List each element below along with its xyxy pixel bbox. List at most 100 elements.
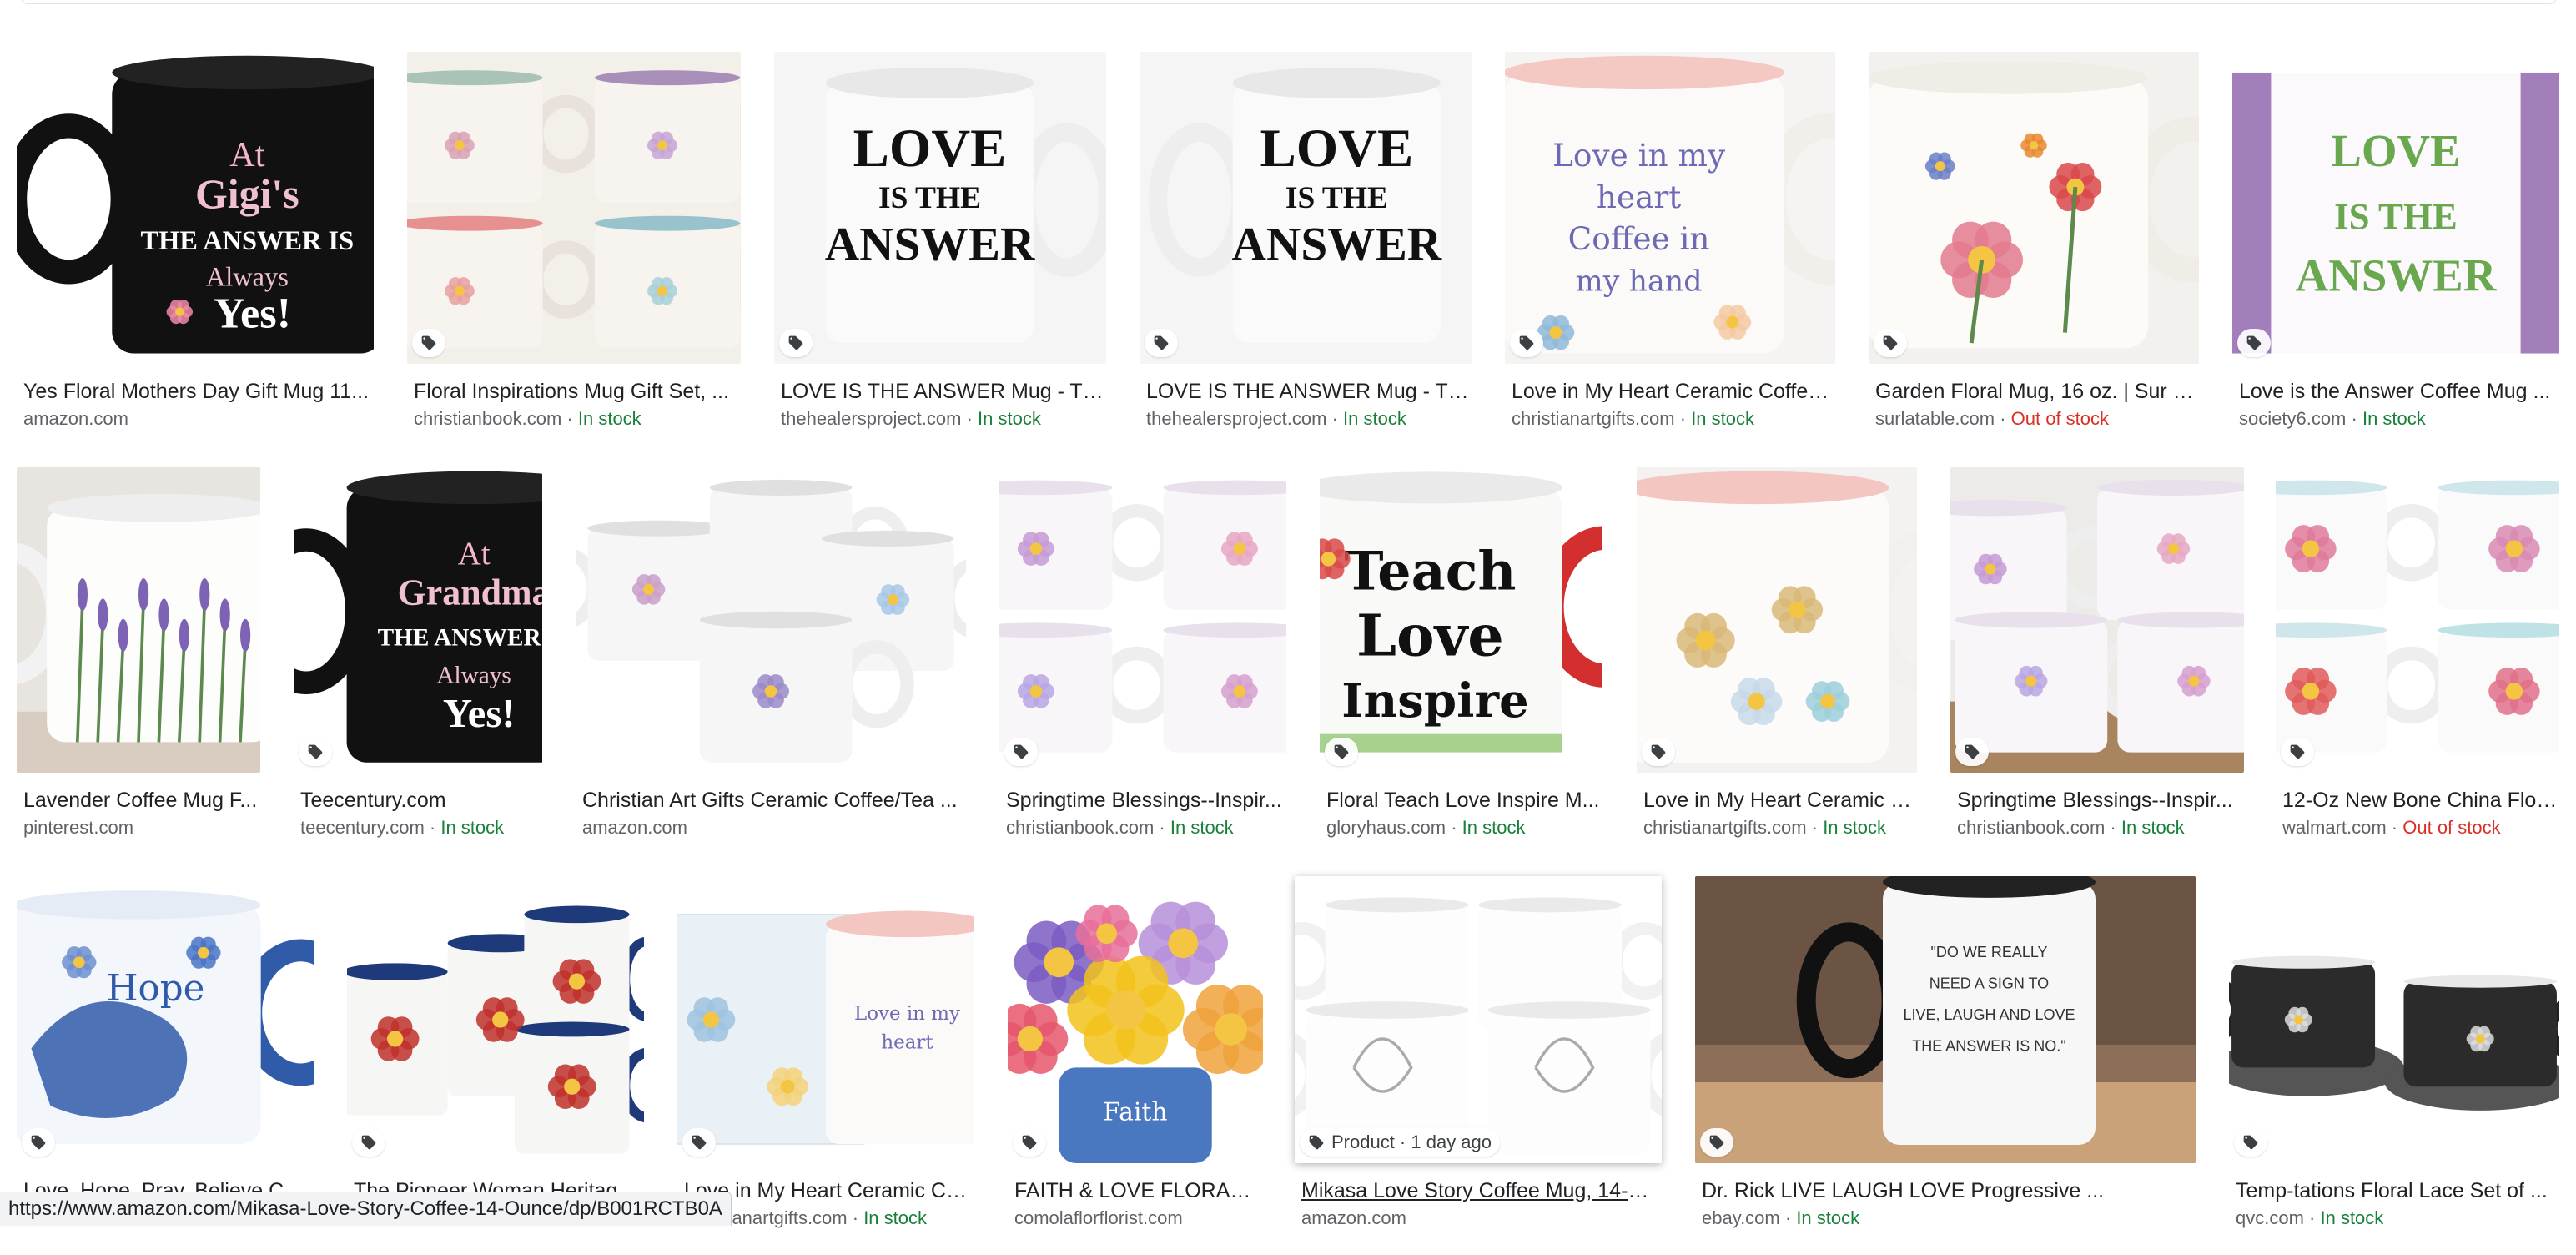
- image-result-card[interactable]: Springtime Blessings--Inspir...christian…: [1950, 467, 2244, 864]
- result-source: amazon.com: [23, 407, 372, 431]
- result-thumbnail[interactable]: TeachLoveInspire: [1320, 467, 1602, 773]
- product-tag-badge: [352, 1128, 385, 1157]
- meta-separator: ·: [848, 1207, 864, 1228]
- source-domain: christianbook.com: [414, 408, 561, 429]
- result-thumbnail[interactable]: [2276, 467, 2559, 773]
- image-result-card[interactable]: LOVEIS THEANSWER Love is the Answer Coffe…: [2232, 52, 2559, 456]
- meta-separator: ·: [425, 817, 441, 838]
- result-source: christianartgifts.com · In stock: [1643, 816, 1915, 839]
- image-result-card[interactable]: FaithFAITH & LOVE FLORAL ...comolaflorfl…: [1008, 876, 1263, 1255]
- svg-text:Faith: Faith: [1103, 1097, 1167, 1126]
- result-thumbnail[interactable]: "DO WE REALLYNEED A SIGN TOLIVE, LAUGH A…: [1695, 876, 2196, 1163]
- tag-icon: [1964, 743, 1980, 760]
- product-tag-badge: [779, 329, 813, 357]
- image-result-card[interactable]: AtGrandmaTHE ANSWER ISAlwaysYes! Teecentu…: [294, 467, 542, 864]
- image-result-card[interactable]: Floral Inspirations Mug Gift Set, ... chr…: [407, 52, 741, 456]
- svg-text:Coffee in: Coffee in: [1568, 220, 1710, 257]
- stock-status: In stock: [1462, 817, 1526, 838]
- result-title[interactable]: FAITH & LOVE FLORAL ...: [1014, 1178, 1261, 1203]
- result-title[interactable]: LOVE IS THE ANSWER Mug - The...: [1146, 379, 1470, 404]
- result-thumbnail[interactable]: [347, 876, 644, 1163]
- result-thumbnail[interactable]: Love in my heart: [677, 876, 974, 1163]
- result-title[interactable]: Floral Inspirations Mug Gift Set, ...: [414, 379, 739, 404]
- meta-separator: ·: [2304, 1207, 2321, 1228]
- result-thumbnail[interactable]: [576, 467, 966, 773]
- result-title[interactable]: 12-Oz New Bone China Flor...: [2282, 788, 2558, 813]
- source-domain: gloryhaus.com: [1326, 817, 1446, 838]
- result-title[interactable]: Springtime Blessings--Inspir...: [1957, 788, 2242, 813]
- svg-text:ANSWER: ANSWER: [825, 218, 1035, 270]
- result-title[interactable]: Temp-tations Floral Lace Set of ...: [2236, 1178, 2558, 1203]
- image-result-card[interactable]: Love in myheartCoffee inmy handLove in M…: [1505, 52, 1835, 456]
- image-result-card[interactable]: Product · 1 day agoMikasa Love Story Cof…: [1295, 876, 1662, 1255]
- result-source: christianbook.com · In stock: [1006, 816, 1285, 839]
- result-thumbnail[interactable]: [1950, 467, 2244, 773]
- image-result-card[interactable]: Garden Floral Mug, 16 oz. | Sur L...surl…: [1869, 52, 2199, 456]
- result-thumbnail[interactable]: [999, 467, 1286, 773]
- result-source: ebay.com · In stock: [1702, 1207, 2194, 1230]
- result-title[interactable]: Love in My Heart Ceramic Coffee...: [1512, 379, 1834, 404]
- image-result-card[interactable]: 12-Oz New Bone China Flor...walmart.com …: [2276, 467, 2559, 864]
- result-thumbnail[interactable]: Faith: [1008, 876, 1263, 1163]
- svg-text:heart: heart: [881, 1031, 933, 1053]
- image-result-card[interactable]: "DO WE REALLYNEED A SIGN TOLIVE, LAUGH A…: [1695, 876, 2196, 1255]
- result-thumbnail[interactable]: AtGigi'sTHE ANSWER ISAlwaysYes!: [17, 52, 374, 364]
- product-tag-badge: [1874, 329, 1907, 357]
- result-source: teecentury.com · In stock: [300, 816, 541, 839]
- result-thumbnail[interactable]: Love in myheartCoffee inmy hand: [1505, 52, 1835, 364]
- image-result-card[interactable]: Temp-tations Floral Lace Set of ...qvc.c…: [2229, 876, 2559, 1255]
- result-thumbnail[interactable]: Hope: [17, 876, 314, 1163]
- image-result-card[interactable]: Christian Art Gifts Ceramic Coffee/Tea .…: [576, 467, 966, 864]
- result-title[interactable]: Lavender Coffee Mug F...: [23, 788, 259, 813]
- result-title[interactable]: LOVE IS THE ANSWER Mug - The...: [781, 379, 1104, 404]
- image-result-card[interactable]: LOVEIS THEANSWER LOVE IS THE ANSWER Mug -…: [1140, 52, 1472, 456]
- source-domain: thehealersproject.com: [781, 408, 961, 429]
- result-thumbnail[interactable]: AtGrandmaTHE ANSWER ISAlwaysYes!: [294, 467, 542, 773]
- svg-text:LOVE: LOVE: [2331, 125, 2460, 176]
- result-title[interactable]: Dr. Rick LIVE LAUGH LOVE Progressive ...: [1702, 1178, 2194, 1203]
- result-thumbnail[interactable]: LOVEIS THEANSWER: [2232, 52, 2559, 364]
- image-result-card[interactable]: TeachLoveInspire Floral Teach Love Inspir…: [1320, 467, 1602, 864]
- result-title[interactable]: Garden Floral Mug, 16 oz. | Sur L...: [1875, 379, 2197, 404]
- image-result-card[interactable]: Springtime Blessings--Inspir... christian…: [999, 467, 1286, 864]
- product-tag-badge: [1510, 329, 1543, 357]
- result-title[interactable]: Yes Floral Mothers Day Gift Mug 11...: [23, 379, 372, 404]
- result-title[interactable]: Teecentury.com: [300, 788, 541, 813]
- source-domain: thehealersproject.com: [1146, 408, 1326, 429]
- image-result-card[interactable]: LOVEIS THEANSWER LOVE IS THE ANSWER Mug -…: [774, 52, 1106, 456]
- result-thumbnail[interactable]: [17, 467, 260, 773]
- svg-text:my hand: my hand: [1576, 265, 1703, 299]
- result-thumbnail[interactable]: LOVEIS THEANSWER: [774, 52, 1106, 364]
- tag-icon: [1650, 743, 1667, 760]
- result-title[interactable]: Christian Art Gifts Ceramic Coffee/Tea .…: [582, 788, 964, 813]
- result-thumbnail[interactable]: [1869, 52, 2199, 364]
- result-title[interactable]: Mikasa Love Story Coffee Mug, 14-O...: [1301, 1178, 1660, 1203]
- svg-text:Love in my: Love in my: [854, 1003, 960, 1025]
- result-thumbnail[interactable]: [1295, 876, 1662, 1163]
- stock-status: In stock: [2362, 408, 2426, 429]
- tag-icon: [2242, 1134, 2259, 1151]
- stock-status: Out of stock: [2402, 817, 2500, 838]
- result-thumbnail[interactable]: [1637, 467, 1917, 773]
- meta-separator: ·: [1154, 817, 1170, 838]
- svg-text:THE ANSWER IS: THE ANSWER IS: [140, 226, 354, 256]
- result-thumbnail[interactable]: [407, 52, 741, 364]
- result-title[interactable]: Love is the Answer Coffee Mug ...: [2239, 379, 2558, 404]
- product-tag-badge: [412, 329, 445, 357]
- tag-icon: [1308, 1134, 1325, 1151]
- svg-text:At: At: [229, 135, 265, 174]
- result-thumbnail[interactable]: [2229, 876, 2559, 1163]
- source-domain: pinterest.com: [23, 817, 133, 838]
- result-title[interactable]: Floral Teach Love Inspire M...: [1326, 788, 1600, 813]
- image-result-card[interactable]: Lavender Coffee Mug F... pinterest.com: [17, 467, 260, 864]
- product-tag-badge: [1145, 329, 1178, 357]
- result-thumbnail[interactable]: LOVEIS THEANSWER: [1140, 52, 1472, 364]
- result-title[interactable]: Love in My Heart Ceramic C...: [1643, 788, 1915, 813]
- stock-status: In stock: [863, 1207, 927, 1228]
- product-tag-badge: [1325, 738, 1358, 766]
- svg-text:LIVE, LAUGH AND LOVE: LIVE, LAUGH AND LOVE: [1903, 1006, 2075, 1023]
- image-result-card[interactable]: Love in My Heart Ceramic C... christianar…: [1637, 467, 1917, 864]
- result-title[interactable]: Springtime Blessings--Inspir...: [1006, 788, 1285, 813]
- product-tag-badge: [1955, 738, 1989, 766]
- image-result-card[interactable]: AtGigi'sTHE ANSWER ISAlwaysYes! Yes Flora…: [17, 52, 374, 456]
